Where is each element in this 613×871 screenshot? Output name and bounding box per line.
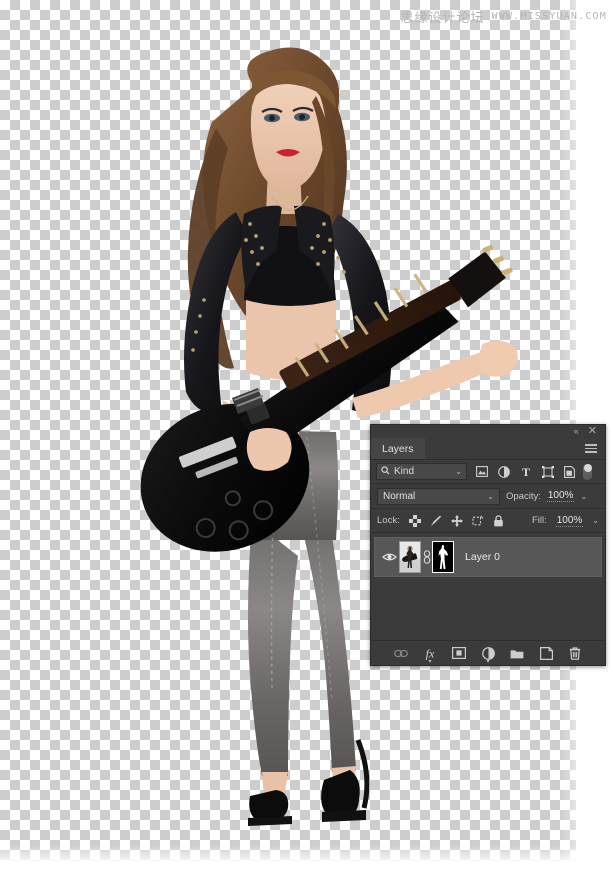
close-panel-icon[interactable]: ✕	[588, 426, 597, 437]
lock-all-icon[interactable]	[493, 514, 505, 527]
filter-adjustment-layers-icon[interactable]	[497, 465, 510, 478]
lock-position-icon[interactable]	[450, 514, 463, 527]
blend-mode-row: Normal ⌄ Opacity: 100% ⌄	[371, 484, 605, 509]
watermark: 思缘设计论坛 WWW.MISSYUAN.COM	[400, 7, 607, 26]
fill-label: Fill:	[531, 515, 547, 526]
chevron-down-icon[interactable]: ⌄	[487, 492, 494, 501]
layer-thumbnail[interactable]	[399, 541, 421, 573]
opacity-label: Opacity:	[506, 490, 541, 502]
fill-value[interactable]: 100%	[555, 515, 584, 527]
lock-artboard-nesting-icon[interactable]	[472, 515, 484, 527]
tab-layers-label: Layers	[382, 442, 414, 455]
add-layer-mask-button[interactable]	[452, 646, 466, 660]
tab-layers[interactable]: Layers	[371, 438, 425, 459]
opacity-chevron-down-icon[interactable]: ⌄	[580, 492, 587, 501]
lock-image-pixels-icon[interactable]	[430, 515, 442, 527]
link-mask-icon[interactable]	[421, 550, 432, 564]
svg-text:T: T	[521, 466, 529, 478]
new-adjustment-layer-button[interactable]: ▾	[481, 646, 495, 665]
delete-layer-button[interactable]	[568, 646, 582, 660]
filter-kind-label: Kind	[394, 466, 415, 477]
layer-name-label[interactable]: Layer 0	[465, 551, 500, 563]
filter-smart-objects-icon[interactable]	[563, 465, 576, 478]
new-group-button[interactable]	[510, 646, 524, 660]
layer-filter-row: Kind ⌄ T	[371, 460, 605, 484]
screenshot-root: 思缘设计论坛 WWW.MISSYUAN.COM « ✕ Layers Kind …	[0, 0, 613, 871]
adjustment-chevron-down-icon[interactable]: ▾	[486, 658, 489, 665]
watermark-cn-text: 思缘设计论坛	[400, 11, 485, 26]
filter-enable-toggle[interactable]	[583, 463, 592, 480]
filter-shape-layers-icon[interactable]	[541, 465, 554, 478]
blend-mode-select[interactable]: Normal ⌄	[377, 487, 500, 505]
panel-titlebar: « ✕	[371, 425, 605, 438]
filter-type-layers-icon[interactable]: T	[519, 465, 532, 478]
chevron-down-icon[interactable]: ⌄	[455, 467, 462, 476]
blend-mode-value: Normal	[383, 490, 416, 502]
fill-chevron-down-icon[interactable]: ⌄	[592, 516, 599, 525]
layers-panel[interactable]: « ✕ Layers Kind ⌄ T Normal ⌄ Opacity: 10…	[370, 424, 606, 666]
watermark-en-text: WWW.MISSYUAN.COM	[491, 11, 607, 22]
new-layer-button[interactable]	[539, 646, 553, 660]
layer-style-fx-button[interactable]: fx ▾	[423, 646, 437, 666]
panel-tabstrip: Layers	[371, 438, 605, 460]
collapse-panel-icon[interactable]: «	[574, 427, 579, 436]
lock-label: Lock:	[377, 515, 400, 526]
layer-row[interactable]: Layer 0	[374, 537, 602, 577]
filter-pixel-layers-icon[interactable]	[475, 465, 488, 478]
filter-kind-select[interactable]: Kind ⌄	[376, 463, 467, 480]
layer-list: Layer 0	[371, 537, 605, 631]
search-icon	[381, 465, 390, 478]
lock-transparent-pixels-icon[interactable]	[408, 514, 421, 527]
lock-row: Lock: Fill: 100% ⌄	[371, 509, 605, 533]
panel-menu-icon[interactable]	[585, 438, 605, 459]
link-layers-button[interactable]	[394, 646, 408, 660]
eye-icon[interactable]	[379, 552, 399, 562]
filter-type-icons: T	[475, 465, 576, 478]
canvas-bottom-fade	[0, 845, 613, 871]
panel-footer-toolbar: fx ▾ ▾	[371, 640, 605, 665]
opacity-value[interactable]: 100%	[546, 490, 575, 502]
fx-chevron-down-icon[interactable]: ▾	[428, 658, 431, 665]
layer-mask-thumbnail[interactable]	[432, 541, 454, 573]
